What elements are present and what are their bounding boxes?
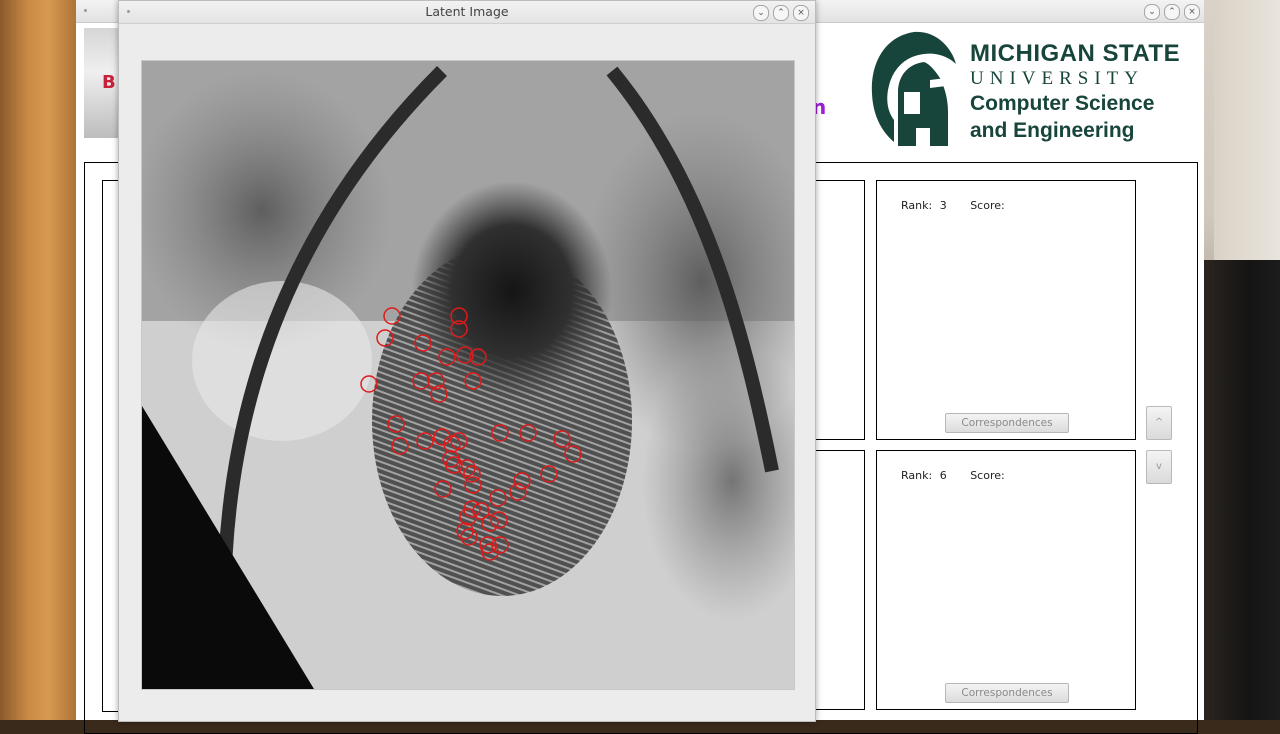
rank-value: 6 (939, 469, 947, 482)
latent-print-canvas (142, 61, 794, 689)
msu-line2: UNIVERSITY (970, 68, 1144, 89)
maximize-button[interactable]: ⌃ (1164, 4, 1180, 20)
background-left (0, 0, 80, 720)
correspondences-button[interactable]: Correspondences (945, 683, 1069, 703)
page-down-button[interactable]: v (1146, 450, 1172, 484)
candidate-thumb-2[interactable] (814, 450, 865, 710)
correspondences-button[interactable]: Correspondences (945, 413, 1069, 433)
close-button[interactable]: × (793, 5, 809, 21)
ink-blotch (412, 181, 612, 401)
window-title: Latent Image (425, 4, 509, 19)
spartan-helmet-icon (871, 31, 956, 146)
candidate-panel-1: Rank: 3 Score: Correspondences (876, 180, 1136, 440)
close-button[interactable]: × (1184, 4, 1200, 20)
window-menu-icon[interactable] (84, 9, 87, 12)
rank-label: Rank: (901, 469, 933, 482)
rank-value: 3 (939, 199, 947, 212)
page-up-button[interactable]: ^ (1146, 406, 1172, 440)
candidate-panel-2: Rank: 6 Score: Correspondences (876, 450, 1136, 710)
background-door (1214, 0, 1280, 270)
latent-body (119, 24, 815, 721)
rank-label: Rank: (901, 199, 933, 212)
candidate-thumb-1[interactable] (814, 180, 865, 440)
latent-fingerprint-image[interactable] (141, 60, 795, 690)
background-dark-area (1204, 260, 1280, 720)
latent-titlebar[interactable]: Latent Image ⌄ ⌃ × (119, 1, 815, 24)
msu-line3: Computer Science (970, 92, 1155, 115)
latent-image-window: Latent Image ⌄ ⌃ × (118, 0, 816, 722)
rank-row-2: Rank: 6 Score: (901, 469, 1009, 482)
msu-line1: MICHIGAN STATE (970, 40, 1181, 67)
msu-wordmark: MICHIGAN STATE UNIVERSITY Computer Scien… (970, 40, 1180, 144)
maximize-button[interactable]: ⌃ (773, 5, 789, 21)
msu-line4: and Engineering (970, 119, 1135, 142)
minimize-button[interactable]: ⌄ (753, 5, 769, 21)
background-right (1204, 0, 1280, 720)
score-label: Score: (970, 199, 1005, 212)
rank-row-1: Rank: 3 Score: (901, 199, 1009, 212)
score-label: Score: (970, 469, 1005, 482)
biometrics-logo-text: B (102, 72, 116, 93)
minimize-button[interactable]: ⌄ (1144, 4, 1160, 20)
